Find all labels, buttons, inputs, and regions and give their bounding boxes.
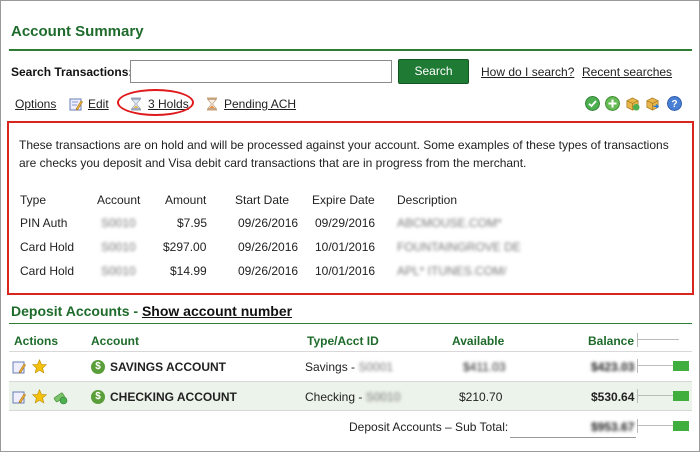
holds-message: These transactions are on hold and will … [19,138,669,170]
edit-icon [69,98,83,111]
hold-type: Card Hold [20,264,75,278]
title-divider [9,49,692,51]
edit-icon[interactable] [12,390,26,404]
row-divider [9,351,692,352]
deposit-title-text: Deposit Accounts - [11,303,142,319]
hold-start: 09/26/2016 [238,216,299,230]
search-input[interactable] [130,60,392,83]
balance-trend [637,419,689,433]
account-balance: $530.64 [591,390,635,404]
hold-amount: $297.00 [163,240,207,254]
show-account-number-link[interactable]: Show account number [142,303,292,319]
deposit-divider [9,323,692,324]
help-icon[interactable]: ? [667,96,682,111]
hold-description: APL* ITUNES.COM/ [397,264,507,278]
hold-account: S0010 [101,264,136,278]
pending-ach-link[interactable]: Pending ACH [205,97,296,111]
holds-highlight-ring [117,89,194,116]
hourglass-pending-icon [207,97,217,111]
pending-ach-label: Pending ACH [224,97,297,111]
subtotal-underline [510,437,636,438]
box-export-icon[interactable] [645,96,660,111]
page-title: Account Summary [11,23,144,40]
col-available: Available [452,334,505,348]
col-balance: Balance [588,334,635,348]
box-add-icon[interactable] [625,96,640,111]
col-start-date: Start Date [235,193,290,207]
hold-start: 09/26/2016 [238,264,299,278]
holds-panel: These transactions are on hold and will … [7,121,694,295]
deposit-accounts-title: Deposit Accounts - Show account number [11,303,292,319]
row-divider [9,410,692,411]
col-account: Account [97,193,141,207]
svg-text:?: ? [671,99,677,110]
hold-type: PIN Auth [20,216,68,230]
account-name-link[interactable]: CHECKING ACCOUNT [110,390,237,404]
how-to-search-link[interactable]: How do I search? [481,65,574,79]
search-label: Search Transactions: [11,65,133,79]
hold-amount: $14.99 [170,264,207,278]
hold-type: Card Hold [20,240,75,254]
search-button[interactable]: Search [398,59,469,84]
edit-link[interactable]: Edit [69,97,109,111]
account-type-text: Checking - [305,390,366,404]
col-amount: Amount [165,193,207,207]
col-actions: Actions [14,334,59,348]
hold-expire: 10/01/2016 [315,264,376,278]
available-balance: $411.03 [463,360,506,374]
add-circle-icon[interactable] [605,96,620,111]
account-type: Checking - S0010 [305,390,400,404]
available-balance: $210.70 [459,390,503,404]
hold-description: FOUNTAINGROVE DE [397,240,521,254]
account-name-link[interactable]: SAVINGS ACCOUNT [110,360,226,374]
subtotal-amount: $953.67 [591,420,635,434]
balance-trend [637,359,689,373]
subtotal-label: Deposit Accounts – Sub Total: [349,420,509,434]
hold-account: S0010 [101,240,136,254]
col-type: Type [20,193,47,207]
star-icon[interactable] [32,389,47,404]
recent-searches-link[interactable]: Recent searches [582,65,672,79]
options-link[interactable]: Options [15,97,56,111]
edit-label: Edit [88,97,109,111]
hold-start: 09/26/2016 [238,240,299,254]
balance-trend [637,389,689,403]
transfer-icon[interactable] [52,389,68,405]
account-type: Savings - S0001 [305,360,393,374]
dollar-icon: $ [91,390,105,404]
account-balance: $423.03 [591,360,635,374]
edit-icon[interactable] [12,360,26,374]
hold-expire: 10/01/2016 [315,240,376,254]
hold-description: ABCMOUSE.COM* [397,216,502,230]
hold-amount: $7.95 [177,216,208,230]
options-label: Options [15,97,57,111]
check-circle-icon[interactable] [585,96,600,111]
col-type-acct-id: Type/Acct ID [307,334,379,348]
col-expire-date: Expire Date [312,193,375,207]
account-id: S0001 [358,360,394,374]
hold-account: S0010 [101,216,136,230]
balance-trend-header [637,333,689,347]
star-icon[interactable] [32,359,47,374]
account-id: S0010 [365,390,401,404]
col-account: Account [91,334,139,348]
dollar-icon: $ [91,360,105,374]
hold-expire: 09/29/2016 [315,216,376,230]
account-type-text: Savings - [305,360,359,374]
col-description: Description [397,193,458,207]
